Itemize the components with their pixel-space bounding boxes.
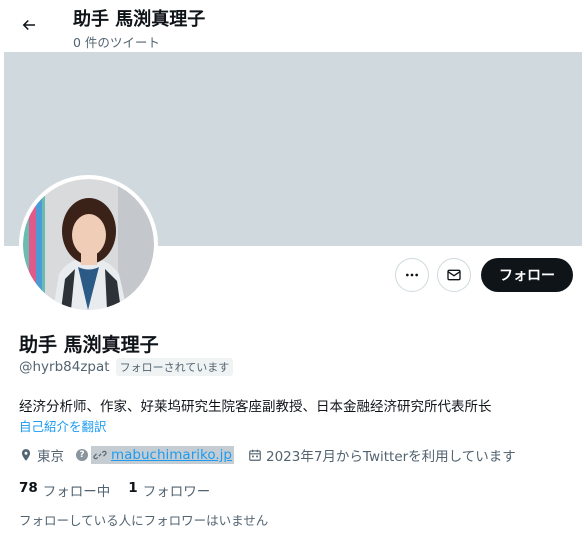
location-pin-icon bbox=[21, 449, 31, 461]
avatar[interactable] bbox=[19, 175, 158, 314]
mutual-followers-note: フォローしている人にフォロワーはいません bbox=[19, 513, 269, 528]
joined-text: 2023年7月からTwitterを利用しています bbox=[265, 449, 516, 465]
calendar-icon bbox=[249, 449, 261, 461]
profile-bio: 经济分析师、作家、好莱坞研究生院客座副教授、日本金融经济研究所代表所长 bbox=[19, 399, 492, 415]
following-label: フォロー中 bbox=[42, 484, 111, 500]
followers-label: フォロワー bbox=[142, 484, 211, 500]
joined-date: 2023年7月からTwitterを利用しています bbox=[248, 445, 516, 465]
location: 東京 bbox=[19, 445, 64, 465]
more-options-button[interactable] bbox=[395, 258, 429, 292]
message-button[interactable] bbox=[437, 258, 471, 292]
profile-handle: @hyrb84zpat bbox=[19, 359, 110, 375]
more-horizontal-icon bbox=[406, 273, 418, 277]
back-button[interactable] bbox=[14, 10, 44, 40]
top-bar: 助手 馬渕真理子 0 件のツイート bbox=[0, 0, 586, 52]
help-icon[interactable]: ? bbox=[76, 449, 88, 461]
follow-stats: 78 フォロー中 1 フォロワー bbox=[19, 480, 210, 500]
handle-row: @hyrb84zpat フォローされています bbox=[19, 358, 234, 376]
profile-url[interactable]: mabuchimariko.jp bbox=[91, 446, 234, 464]
url-link[interactable]: mabuchimariko.jp bbox=[111, 447, 232, 463]
location-text: 東京 bbox=[37, 449, 64, 465]
avatar-photo bbox=[23, 179, 154, 310]
page-title: 助手 馬渕真理子 bbox=[73, 9, 206, 30]
translate-bio-link[interactable]: 自己紹介を翻訳 bbox=[19, 416, 107, 435]
envelope-icon bbox=[447, 269, 461, 281]
following-count: 78 bbox=[19, 480, 38, 496]
following-link[interactable]: 78 フォロー中 bbox=[19, 480, 110, 500]
tweet-count: 0 件のツイート bbox=[73, 35, 160, 50]
follows-you-badge: フォローされています bbox=[115, 358, 234, 376]
followers-count: 1 bbox=[128, 480, 138, 496]
follow-button[interactable]: フォロー bbox=[481, 258, 573, 292]
followers-link[interactable]: 1 フォロワー bbox=[128, 480, 210, 500]
arrow-left-icon bbox=[22, 19, 35, 31]
profile-name: 助手 馬渕真理子 bbox=[19, 334, 159, 356]
link-icon bbox=[93, 450, 107, 460]
profile-meta: 東京 ? mabuchimariko.jp 2023年7月からTwitterを利… bbox=[19, 445, 516, 465]
